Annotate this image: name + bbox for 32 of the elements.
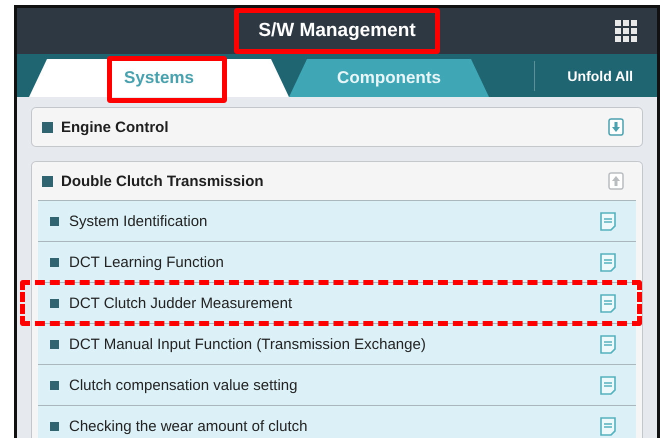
bullet-icon bbox=[50, 340, 59, 348]
document-icon[interactable] bbox=[600, 334, 616, 354]
collapse-icon[interactable] bbox=[608, 172, 624, 190]
function-label: System Identification bbox=[69, 212, 208, 230]
bullet-icon bbox=[42, 122, 53, 132]
bullet-icon bbox=[42, 176, 53, 186]
bullet-icon bbox=[50, 298, 59, 308]
function-label: DCT Clutch Judder Measurement bbox=[69, 294, 292, 312]
function-row[interactable]: System Identification bbox=[38, 200, 636, 241]
bullet-icon bbox=[50, 422, 59, 430]
document-icon[interactable] bbox=[600, 212, 616, 230]
bullet-icon bbox=[50, 216, 59, 226]
function-row[interactable]: DCT Manual Input Function (Transmission Exchange) bbox=[38, 323, 636, 364]
bullet-icon bbox=[50, 380, 59, 390]
function-label: Checking the wear amount of clutch bbox=[69, 418, 308, 434]
document-icon[interactable] bbox=[600, 252, 616, 272]
group-title[interactable]: Engine Control bbox=[61, 118, 168, 136]
function-row[interactable]: Clutch compensation value setting bbox=[38, 364, 636, 405]
document-icon[interactable] bbox=[600, 416, 616, 436]
expand-icon[interactable] bbox=[608, 118, 624, 136]
group-title[interactable]: Double Clutch Transmission bbox=[61, 172, 264, 190]
function-label: DCT Learning Function bbox=[69, 254, 224, 270]
function-row[interactable]: DCT Learning Function bbox=[38, 241, 636, 282]
document-icon[interactable] bbox=[600, 294, 616, 312]
function-row[interactable]: Checking the wear amount of clutch bbox=[38, 405, 636, 438]
window-title: S/W Management bbox=[246, 14, 428, 48]
document-icon[interactable] bbox=[600, 376, 616, 394]
bullet-icon bbox=[50, 258, 59, 266]
apps-grid-icon[interactable] bbox=[615, 20, 639, 42]
function-label: Clutch compensation value setting bbox=[69, 376, 298, 394]
unfold-all-button[interactable]: Unfold All bbox=[534, 60, 657, 90]
function-label: DCT Manual Input Function (Transmission Exchange) bbox=[69, 336, 426, 352]
